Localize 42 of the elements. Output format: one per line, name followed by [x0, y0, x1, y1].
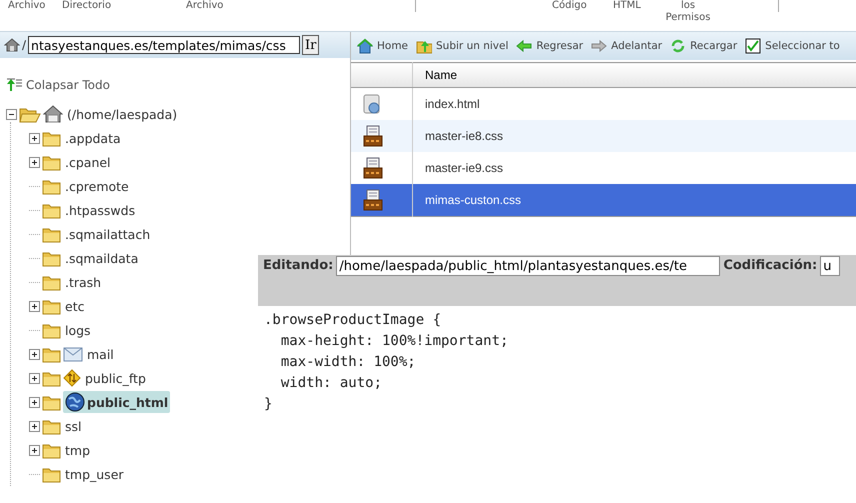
column-header[interactable]: Name — [412, 62, 856, 88]
column-header[interactable]: los Permisos — [665, 0, 711, 24]
editing-label: Editando: — [263, 258, 334, 273]
toolbar-button[interactable]: Subir un nivel — [416, 38, 508, 54]
tree-root-label[interactable]: (/home/laespada) — [65, 106, 180, 122]
tree-item[interactable]: .cpanel — [63, 154, 113, 170]
tree-item[interactable]: public_ftp — [83, 370, 148, 386]
tree-item[interactable]: mail — [85, 346, 116, 362]
tree-item[interactable]: tmp_user — [63, 466, 126, 482]
path-separator: / — [22, 38, 26, 52]
tree-item[interactable]: .htpasswds — [63, 202, 138, 218]
tree-item[interactable]: .trash — [63, 274, 104, 290]
column-header[interactable]: Directorio — [62, 0, 112, 12]
path-field[interactable]: ntasyestanques.es/templates/mimas/css — [28, 36, 300, 54]
tree-item[interactable]: .sqmailattach — [63, 226, 152, 242]
encoding-field[interactable]: u — [820, 256, 840, 276]
tree-item[interactable]: tmp — [63, 442, 92, 458]
file-name[interactable]: master-ie9.css — [412, 152, 856, 184]
column-header[interactable]: Archivo — [8, 0, 46, 12]
toolbar-button[interactable]: Seleccionar to — [745, 38, 840, 54]
file-name[interactable]: index.html — [412, 88, 856, 120]
toolbar-button[interactable]: Regresar — [516, 38, 584, 54]
toolbar-button[interactable]: Home — [357, 38, 408, 54]
file-path-field[interactable]: /home/laespada/public_html/plantasyestanques.es/te — [336, 256, 720, 276]
tree-item[interactable]: etc — [63, 298, 86, 314]
encoding-label: Codificación: — [723, 258, 818, 273]
column-header[interactable]: Archivo — [186, 0, 224, 12]
tree-item[interactable]: ssl — [63, 418, 84, 434]
collapse-all-link[interactable]: Colapsar Todo — [26, 78, 110, 92]
tree-item[interactable]: logs — [63, 322, 93, 338]
column-header[interactable]: Código — [552, 0, 587, 12]
tree-item[interactable]: public_html — [63, 391, 170, 413]
toolbar-button[interactable]: Adelantar — [591, 38, 662, 54]
tree-item[interactable]: .cpremote — [63, 178, 131, 194]
go-button[interactable]: Ir — [302, 35, 320, 55]
file-name[interactable]: master-ie8.css — [412, 120, 856, 152]
tree-item[interactable]: .sqmaildata — [63, 250, 140, 266]
file-name[interactable]: mimas-custon.css — [412, 184, 856, 216]
code-editor[interactable]: .browseProductImage { max-height: 100%!important; max-width: 100%; width: auto; } — [264, 310, 856, 415]
toolbar-button[interactable]: Recargar — [670, 38, 738, 54]
column-header[interactable]: HTML — [613, 0, 641, 12]
tree-item[interactable]: .appdata — [63, 130, 123, 146]
